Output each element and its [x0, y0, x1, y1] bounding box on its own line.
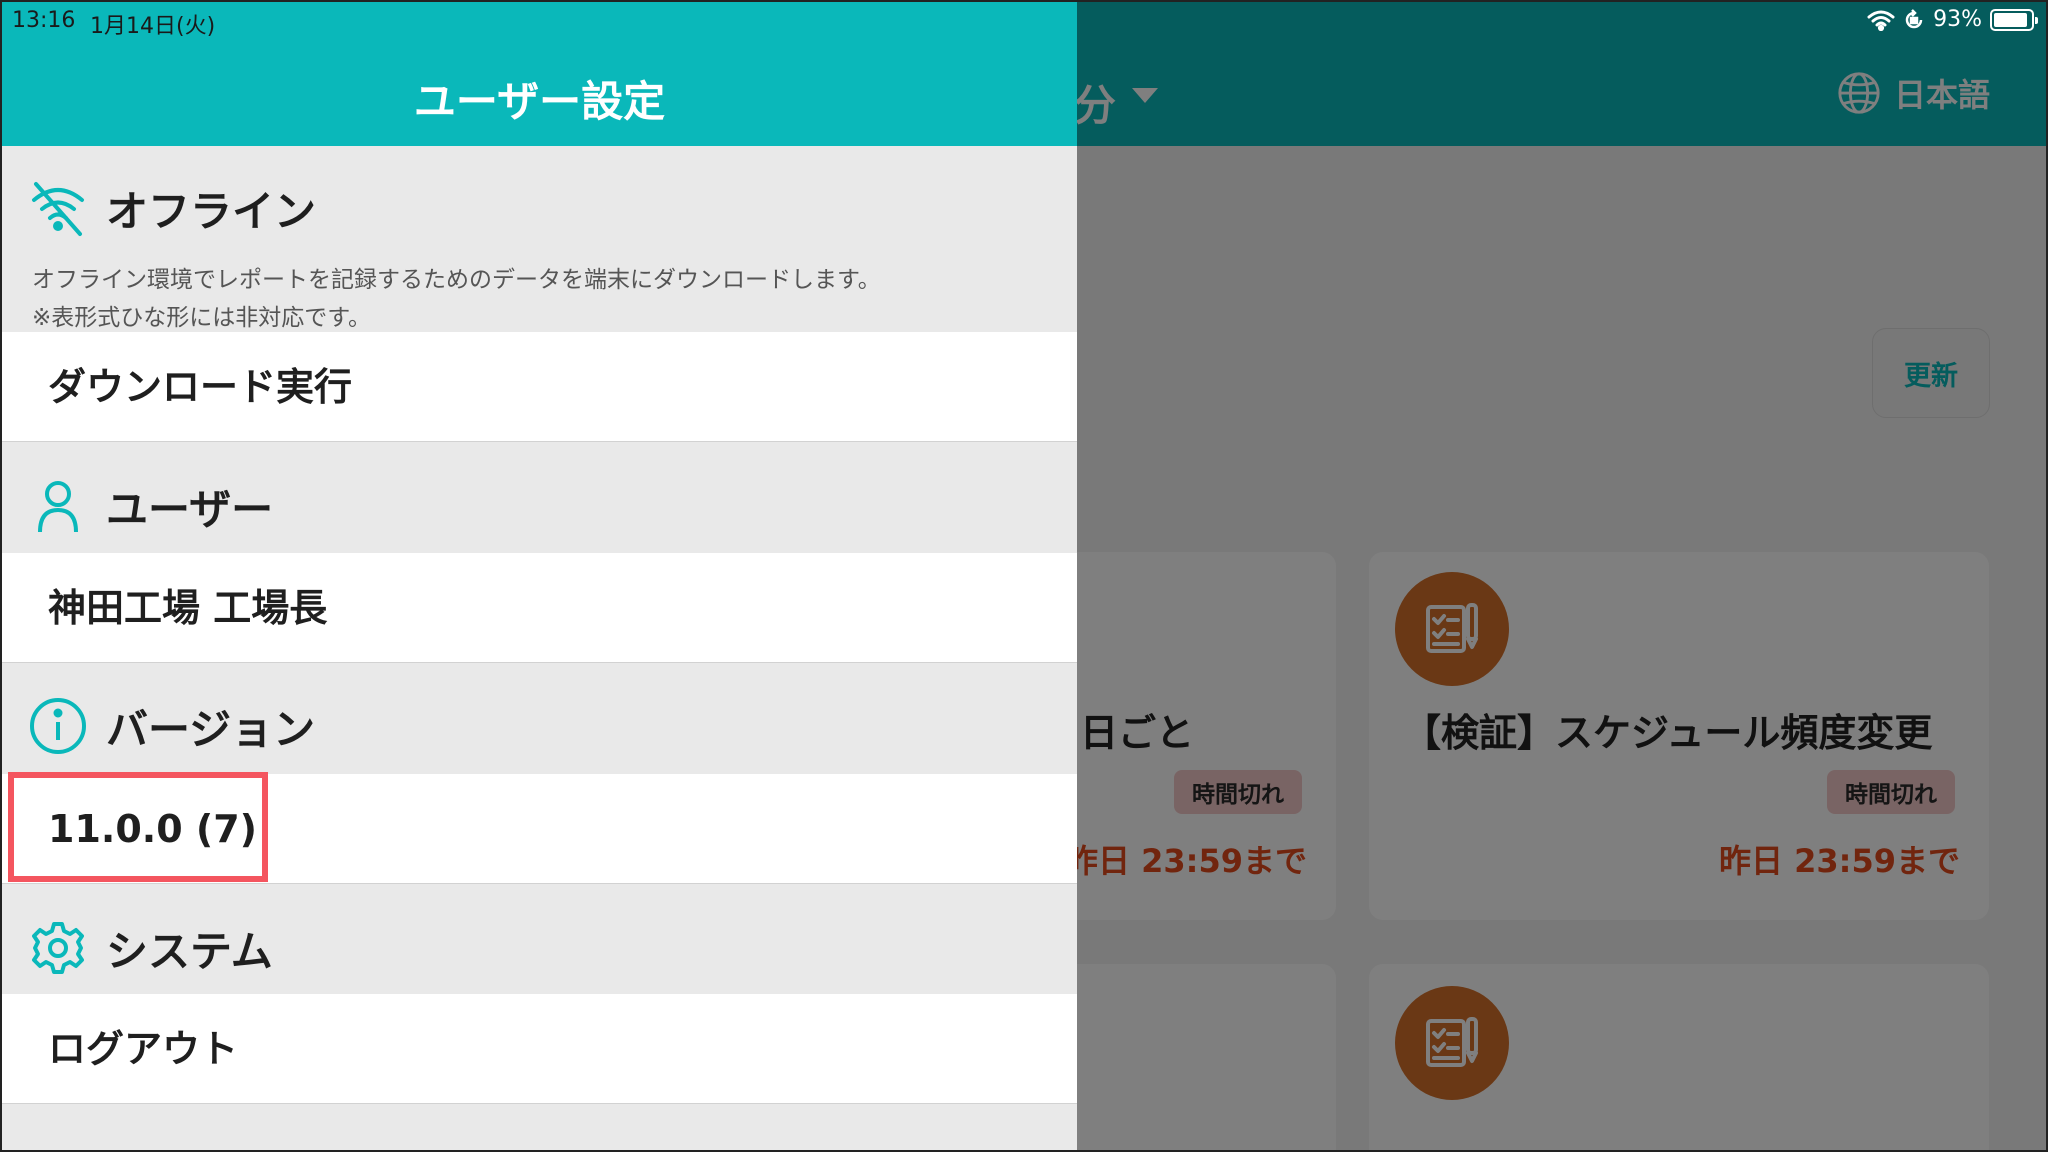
- info-icon: [30, 698, 86, 754]
- status-date: 1月14日(火): [90, 14, 216, 39]
- section-label: ユーザー: [106, 484, 274, 534]
- highlight-box: [8, 772, 268, 882]
- battery-icon: [1990, 8, 2038, 31]
- status-time: 13:16: [12, 8, 76, 33]
- battery-percent: 93%: [1933, 7, 1982, 32]
- drawer-title: ユーザー設定: [413, 77, 666, 126]
- section-label: オフライン: [106, 186, 317, 236]
- wifi-off-icon: [32, 182, 84, 236]
- download-button[interactable]: ダウンロード実行: [48, 332, 352, 442]
- section-label: システム: [106, 926, 273, 976]
- gear-icon: [32, 922, 84, 974]
- user-row: 神田工場 工場長: [2, 553, 1077, 663]
- screen: 分 日本語 更新 日ごと 時間切れ 昨日 23:59まで: [0, 0, 2048, 1152]
- section-label: バージョン: [106, 704, 316, 754]
- user-settings-drawer: ユーザー設定 オフライン オフライン環境でレポートを記録するためのデータを端末に…: [2, 2, 1077, 1150]
- user-icon: [38, 481, 78, 533]
- section-note: ※表形式ひな形には非対応です。: [32, 305, 371, 331]
- orientation-lock-icon: [1905, 8, 1923, 28]
- logout-button[interactable]: ログアウト: [48, 994, 238, 1104]
- battery-fill: [1994, 12, 2028, 27]
- section-version: バージョン: [2, 696, 1077, 756]
- section-user: ユーザー: [2, 476, 1077, 536]
- section-offline: オフライン: [2, 178, 1077, 238]
- download-row[interactable]: ダウンロード実行: [2, 332, 1077, 442]
- section-description: オフライン環境でレポートを記録するためのデータを端末にダウンロードします。: [32, 267, 881, 293]
- user-name: 神田工場 工場長: [48, 586, 328, 630]
- section-system: システム: [2, 918, 1077, 978]
- logout-row[interactable]: ログアウト: [2, 994, 1077, 1104]
- status-bar: 13:16 1月14日(火) 93%: [2, 2, 2046, 40]
- wifi-icon: [1867, 10, 1895, 31]
- status-indicators: 93%: [1867, 7, 2038, 32]
